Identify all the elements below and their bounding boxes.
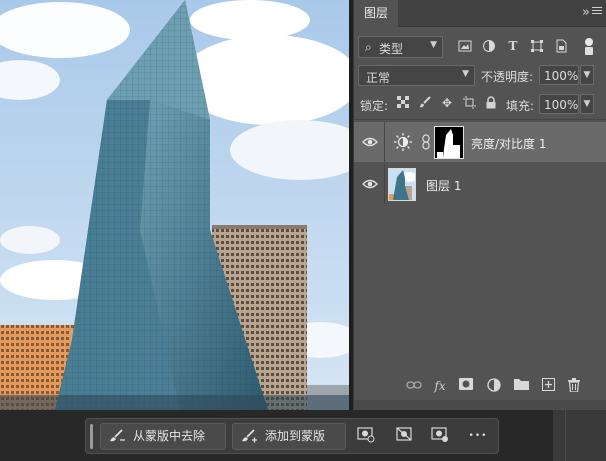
- fx-icon[interactable]: fx: [432, 378, 448, 394]
- lock-label: 锁定:: [360, 99, 389, 113]
- brush-minus-icon: [109, 424, 127, 453]
- search-icon: ⌕: [365, 40, 372, 54]
- divider: [354, 119, 606, 120]
- button-label: 添加到蒙版: [265, 429, 326, 443]
- invert-mask-icon[interactable]: [430, 427, 450, 445]
- filter-kind-label: 类型: [379, 42, 404, 56]
- new-adjustment-icon[interactable]: [486, 378, 502, 394]
- tab-layers[interactable]: 图层: [354, 0, 399, 27]
- adjustment-filter-icon[interactable]: [482, 39, 496, 53]
- lock-position-icon[interactable]: ✥: [440, 96, 454, 110]
- divider: [384, 164, 385, 204]
- mask-properties-icon[interactable]: [356, 427, 376, 445]
- fill-dropdown-icon[interactable]: ▼: [580, 94, 594, 114]
- lock-paint-icon[interactable]: [418, 96, 432, 110]
- layer-name-label: 亮度/对比度 1: [471, 137, 547, 151]
- layer-row-brightness-contrast[interactable]: 亮度/对比度 1: [354, 122, 606, 162]
- brush-plus-icon: [241, 424, 259, 453]
- add-to-mask-button[interactable]: 添加到蒙版: [232, 423, 346, 450]
- brightness-contrast-icon[interactable]: [393, 132, 413, 152]
- more-options-icon[interactable]: •••: [468, 427, 488, 445]
- panel-menu-icon[interactable]: [592, 7, 602, 18]
- drag-handle[interactable]: [90, 424, 93, 449]
- image-filter-icon[interactable]: [458, 39, 472, 53]
- divider: [384, 122, 385, 162]
- lock-row: 锁定: ✥ 填充: 100% ▼: [354, 93, 606, 115]
- new-layer-icon[interactable]: [540, 378, 556, 394]
- layer-filter-row: ⌕ 类型 ▼ T: [354, 35, 606, 59]
- workspace-background: [553, 410, 606, 461]
- eye-icon[interactable]: [362, 135, 378, 149]
- canvas-image: [0, 0, 349, 410]
- smart-object-filter-icon[interactable]: [554, 39, 568, 53]
- layer-row-image[interactable]: 图层 1: [354, 164, 606, 204]
- link-layers-icon[interactable]: [406, 378, 422, 394]
- opacity-dropdown-icon[interactable]: ▼: [580, 65, 594, 85]
- button-label: 从蒙版中去除: [133, 429, 206, 443]
- blend-mode-value: 正常: [366, 71, 391, 85]
- eye-icon[interactable]: [362, 177, 378, 191]
- layers-panel: 图层 » ⌕ 类型 ▼ T 正常 ▼ 不透明度: 100% ▼ 锁定: ✥ 填充…: [353, 0, 606, 410]
- chain-link-icon[interactable]: [421, 134, 431, 150]
- new-group-icon[interactable]: [513, 378, 529, 394]
- panel-scrollbar[interactable]: [354, 400, 606, 410]
- layer-name-label: 图层 1: [426, 179, 462, 193]
- chevron-down-icon: ▼: [462, 69, 469, 79]
- lock-artboard-icon[interactable]: [462, 96, 476, 110]
- delete-layer-icon[interactable]: [566, 378, 582, 394]
- collapse-panel-icon[interactable]: »: [582, 5, 590, 20]
- layer-mask-thumbnail[interactable]: [434, 126, 464, 159]
- blend-mode-select[interactable]: 正常 ▼: [358, 65, 475, 86]
- layer-thumbnail[interactable]: [388, 168, 416, 201]
- add-mask-icon[interactable]: [458, 378, 474, 394]
- lock-transparent-icon[interactable]: [396, 96, 410, 110]
- fill-label: 填充:: [506, 99, 535, 113]
- disable-mask-icon[interactable]: [394, 427, 414, 445]
- shape-filter-icon[interactable]: [530, 39, 544, 53]
- filter-toggle-switch[interactable]: [584, 38, 594, 56]
- document-canvas[interactable]: [0, 0, 349, 410]
- chevron-down-icon: ▼: [430, 40, 437, 50]
- panel-header: 图层 »: [354, 0, 606, 27]
- type-filter-icon[interactable]: T: [506, 39, 520, 53]
- lock-all-icon[interactable]: [484, 96, 498, 110]
- contextual-task-bar: 从蒙版中去除 添加到蒙版 •••: [85, 418, 499, 454]
- blend-row: 正常 ▼ 不透明度: 100% ▼: [354, 65, 606, 87]
- subtract-from-mask-button[interactable]: 从蒙版中去除: [100, 423, 226, 450]
- panel-footer: fx: [354, 372, 606, 400]
- opacity-input[interactable]: 100%: [539, 65, 579, 85]
- filter-kind-select[interactable]: ⌕ 类型 ▼: [358, 36, 443, 58]
- opacity-label: 不透明度:: [481, 70, 534, 84]
- fill-input[interactable]: 100%: [539, 94, 579, 114]
